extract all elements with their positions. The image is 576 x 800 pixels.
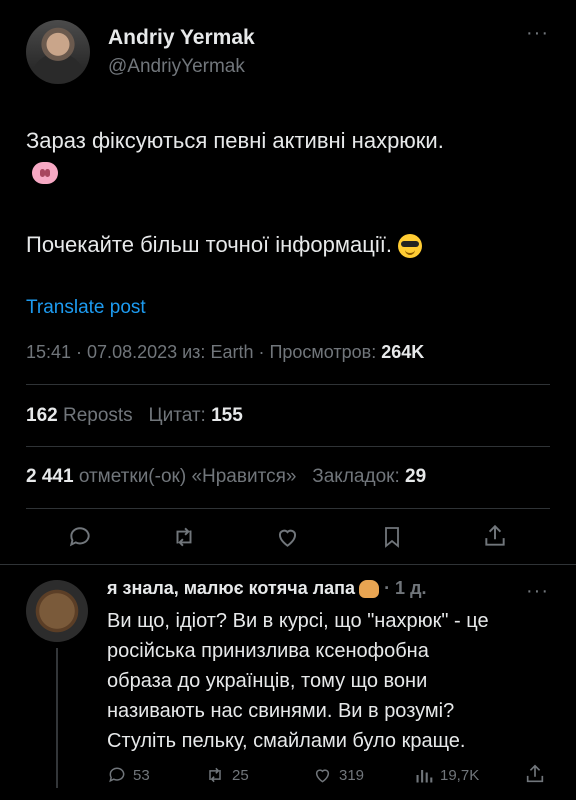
views-icon — [416, 770, 433, 783]
reposts-stat[interactable]: 162 Reposts — [26, 405, 133, 426]
likes-stat[interactable]: 2 441 отметки(-ок) «Нравится» — [26, 466, 296, 487]
divider — [26, 384, 550, 385]
sunglasses-emoji-icon — [397, 234, 422, 259]
reply-icon[interactable] — [67, 524, 93, 550]
reply-text: Ви що, ідіот? Ви в курсі, що "нахрюк" - … — [107, 610, 489, 752]
pig-emoji-icon — [32, 162, 58, 184]
post-meta: 15:41 · 07.08.2023 из: Earth · Просмотро… — [26, 342, 425, 362]
translate-post-link[interactable]: Translate post — [26, 297, 146, 319]
cat-emoji-icon — [359, 580, 380, 599]
quotes-stat[interactable]: Цитат: 155 — [149, 405, 243, 426]
author-handle[interactable]: @AndriyYermak — [108, 56, 245, 78]
reply-repost-button[interactable]: 25 — [204, 765, 249, 785]
divider — [26, 446, 550, 447]
reply-author-avatar[interactable] — [26, 580, 88, 642]
share-icon[interactable] — [482, 522, 508, 550]
post-text-line1: Зараз фіксуються певні активні нахрюки. — [26, 128, 444, 153]
divider — [0, 564, 576, 565]
thread-line — [56, 648, 58, 788]
divider — [26, 508, 550, 509]
like-icon — [315, 769, 330, 783]
reply-reply-button[interactable]: 53 — [107, 765, 150, 785]
reply-author-name[interactable]: я знала, малює котяча лапа · 1 д. — [107, 578, 427, 599]
reply-like-button[interactable]: 319 — [312, 765, 364, 785]
reply-views-button[interactable]: 19,7K — [414, 765, 479, 785]
reply-share-icon[interactable] — [524, 763, 546, 790]
likes-bookmarks-stats: 2 441 отметки(-ок) «Нравится» Закладок: … — [26, 466, 426, 488]
like-icon[interactable] — [274, 524, 301, 550]
repost-icon — [209, 767, 221, 783]
bookmark-icon[interactable] — [380, 524, 404, 550]
reply-icon — [109, 767, 125, 783]
reply-more-options-icon[interactable]: ··· — [526, 580, 549, 603]
bookmarks-stat[interactable]: Закладок: 29 — [312, 466, 426, 487]
repost-icon[interactable] — [170, 524, 198, 550]
reply-time: · 1 д. — [384, 578, 427, 598]
post-text-line2: Почекайте більш точної інформації. — [26, 230, 422, 260]
more-options-icon[interactable]: ··· — [526, 22, 549, 45]
reposts-quotes-stats: 162 Reposts Цитат: 155 — [26, 405, 243, 427]
author-name[interactable]: Andriy Yermak — [108, 26, 255, 50]
author-avatar[interactable] — [26, 20, 90, 84]
views-count: 264K — [381, 342, 425, 362]
